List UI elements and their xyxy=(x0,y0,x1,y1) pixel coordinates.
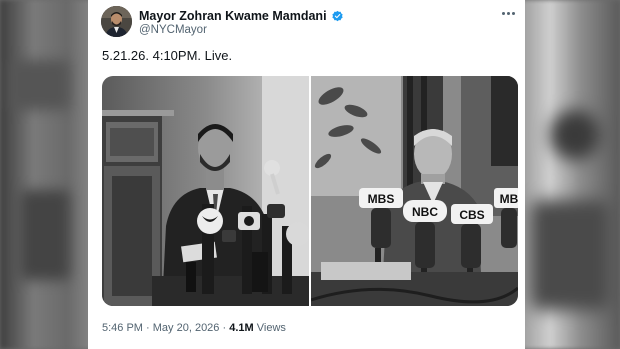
background-right-blur xyxy=(520,0,620,349)
tweet-date[interactable]: May 20, 2026 xyxy=(153,322,220,334)
mic-label-nbc: NBC xyxy=(412,205,438,219)
tweet-text: 5.21.26. 4:10PM. Live. xyxy=(102,48,233,63)
background-left-blur xyxy=(0,0,96,349)
mic-label-cbs: CBS xyxy=(459,208,484,222)
views-count: 4.1M xyxy=(229,322,254,334)
meta-separator-2: · xyxy=(222,322,227,334)
tweet-time[interactable]: 5:46 PM xyxy=(102,322,143,334)
mic-label-mbs: MBS xyxy=(368,192,395,206)
tweet-card[interactable]: Mayor Zohran Kwame Mamdani @NYCMayor 5.2… xyxy=(88,0,525,349)
views-label: Views xyxy=(256,322,286,334)
tweet-photo-left[interactable] xyxy=(102,76,309,306)
verified-badge-icon xyxy=(331,10,343,21)
handle[interactable]: @NYCMayor xyxy=(139,24,207,36)
tweet-photo-right[interactable]: MBS NBC CBS MB xyxy=(311,76,518,306)
meta-separator: · xyxy=(146,322,150,334)
mic-label-mb: MB xyxy=(500,192,518,206)
tweet-meta: 5:46 PM · May 20, 2026 · 4.1M Views xyxy=(102,322,286,334)
avatar[interactable] xyxy=(101,6,132,37)
more-options-icon[interactable] xyxy=(502,8,518,20)
display-name[interactable]: Mayor Zohran Kwame Mamdani xyxy=(139,9,327,23)
